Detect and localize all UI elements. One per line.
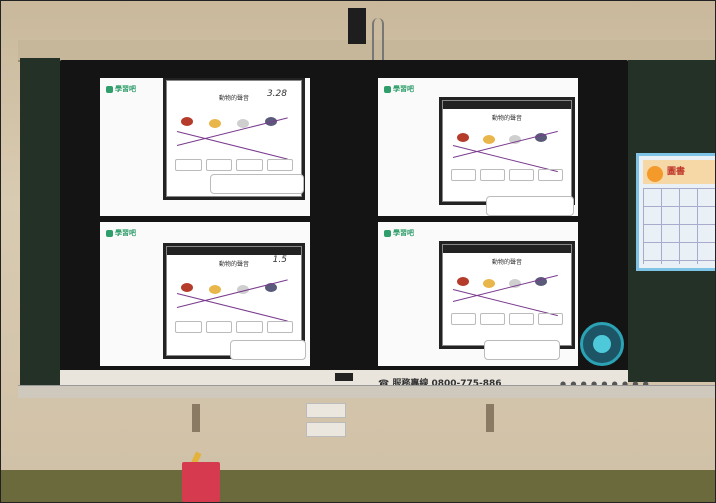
photo-border bbox=[0, 0, 716, 503]
